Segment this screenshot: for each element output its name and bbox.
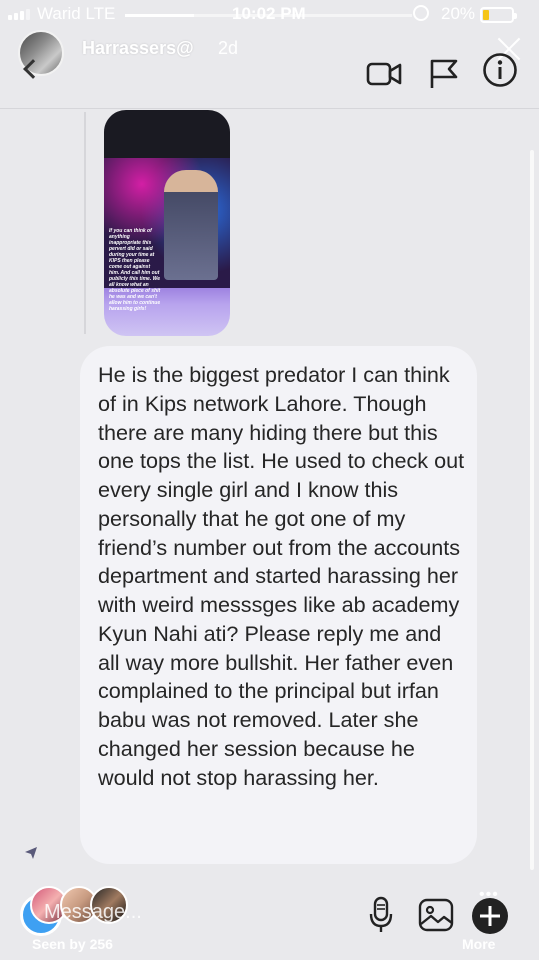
battery-icon [480,7,517,23]
post-time: 2d [218,38,239,58]
mic-icon[interactable] [368,896,394,934]
more-label[interactable]: More [462,936,495,952]
story-progress-bar [125,14,412,17]
story-header: Harrassers@ 2d [0,28,539,108]
battery-percent: 20% [441,4,476,23]
scrollbar[interactable] [530,150,534,870]
person-image [164,170,218,280]
thread-line [84,112,86,334]
message-input[interactable] [44,892,344,932]
gallery-icon[interactable] [418,898,454,932]
carrier-label: Warid LTE [37,4,116,23]
shared-post-thumbnail[interactable]: If you can think of anything inappropria… [104,110,230,336]
username[interactable]: Harrassers@ [82,38,194,59]
header-divider [0,108,539,109]
message-text: He is the biggest predator I can think o… [98,362,465,790]
bottom-bar: Seen by 256 ••• More [0,886,539,960]
shared-post-caption: If you can think of anything inappropria… [109,228,161,312]
send-glyph-icon [25,847,37,859]
info-icon[interactable] [482,52,518,88]
rotation-lock-icon [413,5,429,21]
plus-icon[interactable] [470,896,510,936]
story-progress-fill [125,14,194,17]
signal-icon [8,9,30,20]
seen-by-count[interactable]: Seen by 256 [32,936,113,952]
flag-icon[interactable] [428,58,464,90]
video-icon[interactable] [366,58,402,90]
